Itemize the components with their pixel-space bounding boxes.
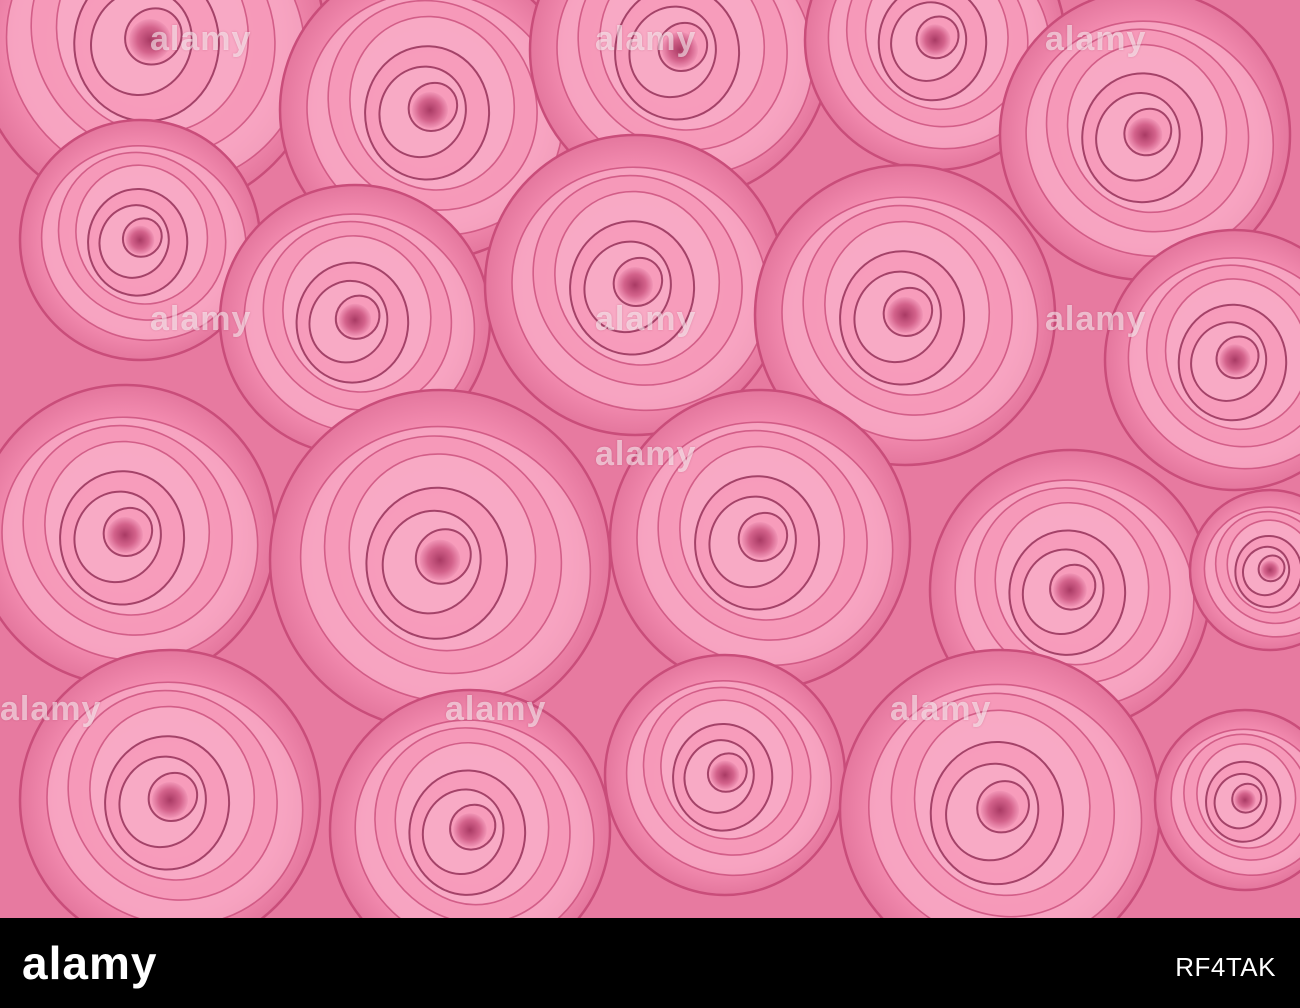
watermark: alamy bbox=[1045, 300, 1147, 338]
rose-photo: alamy alamy alamy alamy alamy alamy alam… bbox=[0, 0, 1300, 918]
watermark: alamy bbox=[0, 690, 102, 728]
watermark: alamy bbox=[890, 690, 992, 728]
watermark: alamy bbox=[595, 435, 697, 473]
watermark: alamy bbox=[150, 20, 252, 58]
watermark: alamy bbox=[445, 690, 547, 728]
watermark: alamy bbox=[595, 300, 697, 338]
footer-bar: alamy RF4TAK bbox=[0, 918, 1300, 1008]
watermark: alamy bbox=[150, 300, 252, 338]
watermark: alamy bbox=[595, 20, 697, 58]
alamy-logo: alamy bbox=[22, 937, 158, 989]
watermark: alamy bbox=[1045, 20, 1147, 58]
image-code: RF4TAK bbox=[1175, 952, 1276, 982]
